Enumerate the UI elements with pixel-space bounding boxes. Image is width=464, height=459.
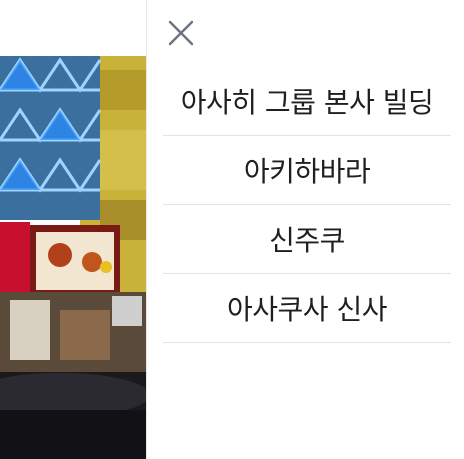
street-photo-image [0,0,146,459]
menu-item-shinjuku[interactable]: 신주쿠 [163,205,451,274]
close-icon [168,20,194,46]
menu-item-label: 아키하바라 [243,155,371,188]
menu-item-label: 아사히 그룹 본사 빌딩 [180,86,434,119]
drawer-menu: 아사히 그룹 본사 빌딩 아키하바라 신주쿠 아사쿠사 신사 [163,67,451,343]
menu-item-label: 신주쿠 [269,224,345,257]
menu-item-akihabara[interactable]: 아키하바라 [163,136,451,205]
menu-item-asahi-group-hq[interactable]: 아사히 그룹 본사 빌딩 [163,67,451,136]
side-drawer: 아사히 그룹 본사 빌딩 아키하바라 신주쿠 아사쿠사 신사 [146,0,464,459]
close-button[interactable] [165,17,197,49]
background-photo [0,0,146,459]
menu-item-label: 아사쿠사 신사 [227,293,387,326]
menu-item-asakusa-shrine[interactable]: 아사쿠사 신사 [163,274,451,343]
